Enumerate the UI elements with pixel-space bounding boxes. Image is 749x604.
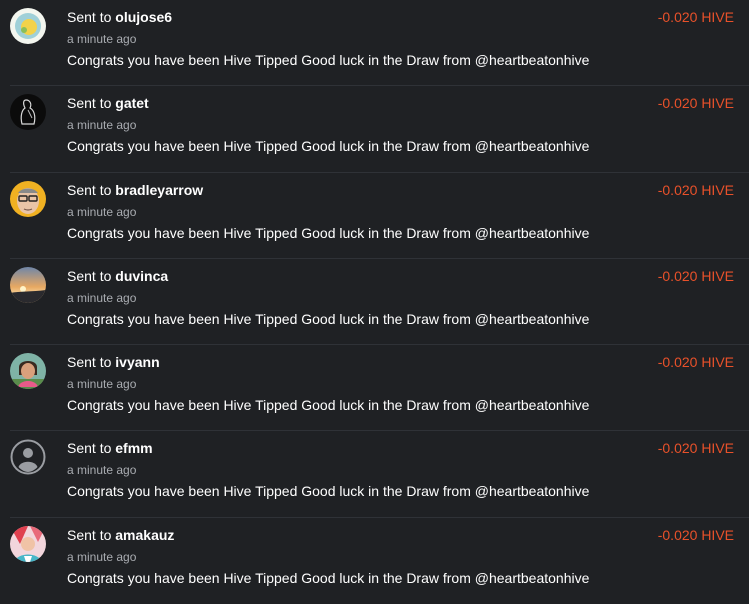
user-avatar[interactable] — [10, 525, 46, 562]
timestamp: a minute ago — [67, 377, 137, 392]
transfer-prefix: Sent to — [67, 354, 112, 371]
memo-text: Congrats you have been Hive Tipped Good … — [67, 138, 590, 155]
recipient-link[interactable]: ivyann — [115, 354, 159, 370]
user-avatar[interactable] — [10, 353, 46, 390]
transfer-title: Sent to bradleyarrow — [67, 181, 203, 199]
timestamp: a minute ago — [67, 118, 137, 133]
person-glasses-avatar-icon — [10, 180, 46, 217]
user-avatar[interactable] — [10, 8, 46, 44]
transfer-title: Sent to duvinca — [67, 267, 168, 285]
transfer-prefix: Sent to — [67, 181, 112, 198]
transfer-title: Sent to efmm — [67, 439, 153, 457]
transfer-prefix: Sent to — [67, 95, 112, 112]
memo-text: Congrats you have been Hive Tipped Good … — [67, 483, 590, 500]
transfer-row: Sent to duvinca a minute ago Congrats yo… — [10, 259, 749, 346]
amount: -0.020 HIVE — [657, 181, 734, 198]
transfer-list: Sent to olujose6 a minute ago Congrats y… — [0, 0, 749, 604]
transfer-row: Sent to olujose6 a minute ago Congrats y… — [10, 0, 749, 87]
transfer-row: Sent to bradleyarrow a minute ago Congra… — [10, 173, 749, 259]
transfer-row: Sent to gatet a minute ago Congrats you … — [10, 86, 749, 173]
transfer-prefix: Sent to — [67, 267, 112, 284]
woman-avatar-icon — [10, 353, 46, 390]
amount: -0.020 HIVE — [657, 354, 734, 371]
memo-text: Congrats you have been Hive Tipped Good … — [67, 52, 590, 68]
timestamp: a minute ago — [67, 32, 137, 46]
colorful-avatar-icon — [10, 525, 46, 562]
timestamp: a minute ago — [67, 549, 137, 564]
transfer-title: Sent to olujose6 — [67, 8, 172, 26]
amount: -0.020 HIVE — [657, 95, 734, 112]
recipient-link[interactable]: olujose6 — [115, 9, 172, 25]
user-avatar[interactable] — [10, 266, 46, 303]
recipient-link[interactable]: efmm — [115, 440, 152, 456]
amount: -0.020 HIVE — [657, 526, 734, 543]
memo-text: Congrats you have been Hive Tipped Good … — [67, 397, 590, 414]
transfer-prefix: Sent to — [67, 9, 112, 25]
transfer-row: Sent to ivyann a minute ago Congrats you… — [10, 345, 749, 432]
transfer-prefix: Sent to — [67, 440, 112, 457]
memo-text: Congrats you have been Hive Tipped Good … — [67, 569, 590, 586]
transfer-title: Sent to ivyann — [67, 353, 160, 371]
sunset-avatar-icon — [10, 266, 46, 303]
timestamp: a minute ago — [67, 204, 137, 219]
transfer-prefix: Sent to — [67, 526, 112, 543]
user-avatar[interactable] — [10, 94, 46, 131]
recipient-link[interactable]: bradleyarrow — [115, 182, 203, 198]
user-avatar[interactable] — [10, 439, 46, 476]
memo-text: Congrats you have been Hive Tipped Good … — [67, 224, 590, 241]
default-user-icon — [10, 439, 46, 476]
memo-text: Congrats you have been Hive Tipped Good … — [67, 310, 590, 327]
transfer-row: Sent to efmm a minute ago Congrats you h… — [10, 431, 749, 518]
timestamp: a minute ago — [67, 290, 137, 305]
transfer-title: Sent to amakauz — [67, 526, 174, 544]
user-avatar[interactable] — [10, 180, 46, 217]
transfer-row: Sent to amakauz a minute ago Congrats yo… — [10, 518, 749, 604]
recipient-link[interactable]: duvinca — [115, 268, 168, 284]
dark-figure-avatar-icon — [10, 94, 46, 131]
amount: -0.020 HIVE — [657, 267, 734, 284]
sun-avatar-icon — [10, 8, 46, 44]
transfer-title: Sent to gatet — [67, 94, 149, 112]
amount: -0.020 HIVE — [657, 440, 734, 457]
amount: -0.020 HIVE — [657, 9, 734, 25]
timestamp: a minute ago — [67, 463, 137, 478]
recipient-link[interactable]: amakauz — [115, 527, 174, 543]
recipient-link[interactable]: gatet — [115, 95, 148, 111]
